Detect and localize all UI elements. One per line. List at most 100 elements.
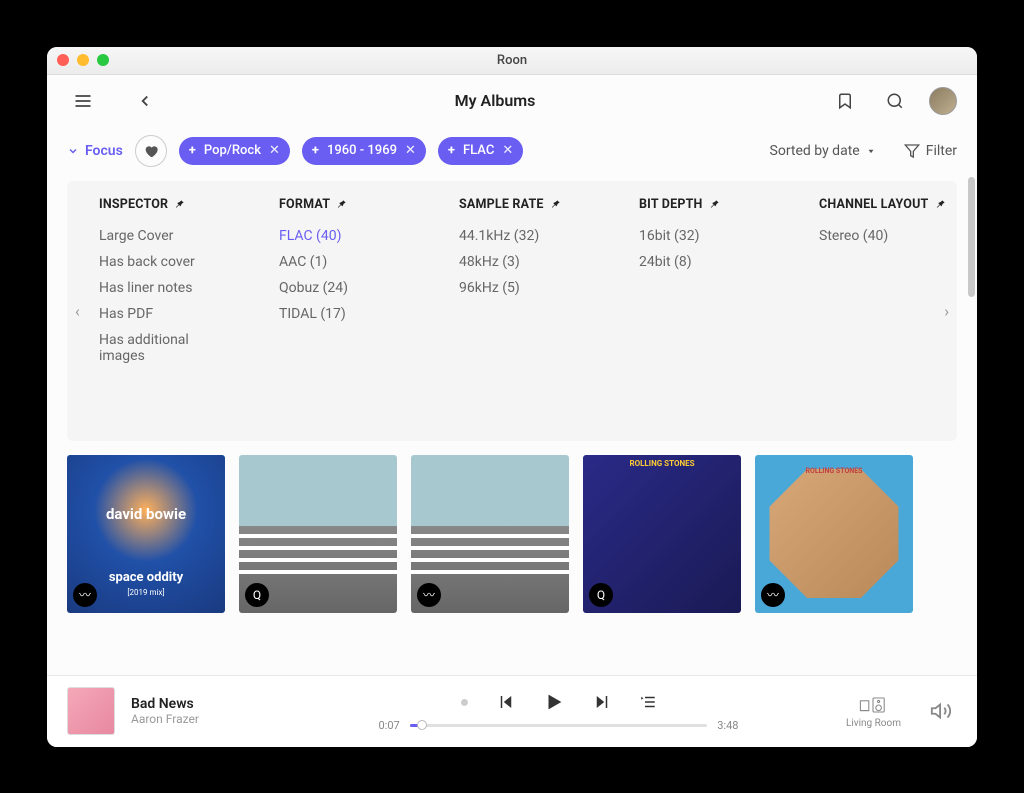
plus-icon: +	[189, 143, 196, 158]
play-button[interactable]	[543, 691, 565, 713]
source-badge-icon: 〰	[73, 583, 97, 607]
sort-button[interactable]: Sorted by date	[770, 143, 876, 159]
album-card[interactable]: 〰	[411, 455, 569, 613]
album-card[interactable]: ROLLING STONES Q	[583, 455, 741, 613]
album-card[interactable]: ROLLING STONES 〰	[755, 455, 913, 613]
focus-item[interactable]: Qobuz (24)	[279, 280, 409, 296]
focus-item[interactable]: Stereo (40)	[819, 228, 949, 244]
elapsed-time: 0:07	[378, 719, 399, 732]
filter-chip-year[interactable]: + 1960 - 1969 ✕	[302, 137, 426, 165]
window-title: Roon	[47, 53, 977, 68]
focus-item[interactable]: FLAC (40)	[279, 228, 409, 244]
volume-button[interactable]	[925, 695, 957, 727]
plus-icon: +	[312, 143, 319, 158]
now-playing-meta: Bad News Aaron Frazer	[131, 696, 271, 726]
now-playing-artwork[interactable]	[67, 687, 115, 735]
bookmark-icon[interactable]	[829, 85, 861, 117]
focus-item[interactable]: 48kHz (3)	[459, 254, 589, 270]
top-toolbar: My Albums	[47, 75, 977, 127]
col-header: SAMPLE RATE	[459, 197, 589, 212]
plus-icon: +	[448, 143, 455, 158]
focus-item[interactable]: Has PDF	[99, 306, 229, 322]
zone-icon	[859, 694, 887, 716]
focus-item[interactable]: AAC (1)	[279, 254, 409, 270]
seek-bar[interactable]	[410, 724, 708, 727]
album-header: ROLLING STONES	[583, 459, 741, 468]
focus-item[interactable]: 24bit (8)	[639, 254, 769, 270]
album-grid: david bowie space oddity [2019 mix] 〰 Q …	[47, 441, 977, 613]
transport-controls: ● 0:07 3:48	[287, 691, 830, 732]
zone-label: Living Room	[846, 718, 901, 729]
album-card[interactable]: david bowie space oddity [2019 mix] 〰	[67, 455, 225, 613]
filter-label: Filter	[926, 143, 957, 159]
back-button[interactable]	[129, 85, 161, 117]
signal-path-icon[interactable]: ●	[460, 692, 470, 712]
next-button[interactable]	[593, 693, 611, 711]
pin-icon[interactable]	[935, 199, 946, 210]
filter-chip-genre[interactable]: + Pop/Rock ✕	[179, 137, 290, 165]
focus-label: Focus	[85, 143, 123, 159]
speaker-icon	[930, 700, 952, 722]
col-header: FORMAT	[279, 197, 409, 212]
focus-item[interactable]: Has back cover	[99, 254, 229, 270]
focus-item[interactable]: Has additional images	[99, 332, 229, 364]
focus-col-samplerate: SAMPLE RATE 44.1kHz (32) 48kHz (3) 96kHz…	[459, 197, 589, 417]
source-badge-icon: Q	[589, 583, 613, 607]
focus-item[interactable]: 44.1kHz (32)	[459, 228, 589, 244]
pin-icon[interactable]	[336, 199, 347, 210]
menu-icon[interactable]	[67, 85, 99, 117]
avatar[interactable]	[929, 87, 957, 115]
progress-bar[interactable]: 0:07 3:48	[378, 719, 738, 732]
previous-button[interactable]	[497, 693, 515, 711]
focus-item[interactable]: 16bit (32)	[639, 228, 769, 244]
album-title: space oddity	[109, 570, 183, 585]
pin-icon[interactable]	[550, 199, 561, 210]
focus-col-inspector: INSPECTOR Large Cover Has back cover Has…	[99, 197, 229, 417]
album-card[interactable]: Q	[239, 455, 397, 613]
heart-icon	[143, 143, 159, 159]
zone-picker[interactable]: Living Room	[846, 694, 901, 729]
titlebar: Roon	[47, 47, 977, 75]
duration-time: 3:48	[717, 719, 738, 732]
remove-chip-icon[interactable]: ✕	[405, 143, 416, 158]
funnel-icon	[904, 143, 920, 159]
focus-item[interactable]: Has liner notes	[99, 280, 229, 296]
track-title[interactable]: Bad News	[131, 696, 271, 712]
chip-label: Pop/Rock	[204, 143, 261, 158]
chevron-down-icon	[67, 145, 79, 157]
focus-col-channellayout: CHANNEL LAYOUT Stereo (40)	[819, 197, 949, 417]
col-header: CHANNEL LAYOUT	[819, 197, 949, 212]
app-window: Roon My Albums Focus + Pop/R	[47, 47, 977, 747]
focus-col-bitdepth: BIT DEPTH 16bit (32) 24bit (8)	[639, 197, 769, 417]
remove-chip-icon[interactable]: ✕	[502, 143, 513, 158]
panel-next[interactable]: ›	[944, 301, 949, 320]
album-artist: david bowie	[106, 505, 186, 523]
scrollbar[interactable]	[968, 177, 975, 297]
filter-button[interactable]: Filter	[904, 143, 957, 159]
focus-item[interactable]: Large Cover	[99, 228, 229, 244]
caret-down-icon	[866, 146, 876, 156]
sort-label: Sorted by date	[770, 143, 860, 159]
album-header: ROLLING STONES	[755, 467, 913, 475]
focus-button[interactable]: Focus	[67, 143, 123, 159]
focus-item[interactable]: TIDAL (17)	[279, 306, 409, 322]
source-badge-icon: 〰	[417, 583, 441, 607]
filter-chip-format[interactable]: + FLAC ✕	[438, 137, 523, 165]
col-header: INSPECTOR	[99, 197, 229, 212]
panel-prev[interactable]: ‹	[75, 301, 80, 320]
search-icon[interactable]	[879, 85, 911, 117]
chip-label: 1960 - 1969	[327, 143, 397, 158]
page-title: My Albums	[161, 91, 829, 110]
remove-chip-icon[interactable]: ✕	[269, 143, 280, 158]
focus-panel: ‹ › INSPECTOR Large Cover Has back cover…	[67, 181, 957, 441]
pin-icon[interactable]	[174, 199, 185, 210]
queue-button[interactable]	[639, 693, 657, 711]
favorite-filter[interactable]	[135, 135, 167, 167]
album-subtitle: [2019 mix]	[127, 588, 164, 597]
now-playing-bar: Bad News Aaron Frazer ● 0:07 3:48 Living…	[47, 675, 977, 747]
focus-item[interactable]: 96kHz (5)	[459, 280, 589, 296]
chip-label: FLAC	[463, 143, 494, 158]
pin-icon[interactable]	[709, 199, 720, 210]
track-artist[interactable]: Aaron Frazer	[131, 712, 271, 726]
source-badge-icon: Q	[245, 583, 269, 607]
